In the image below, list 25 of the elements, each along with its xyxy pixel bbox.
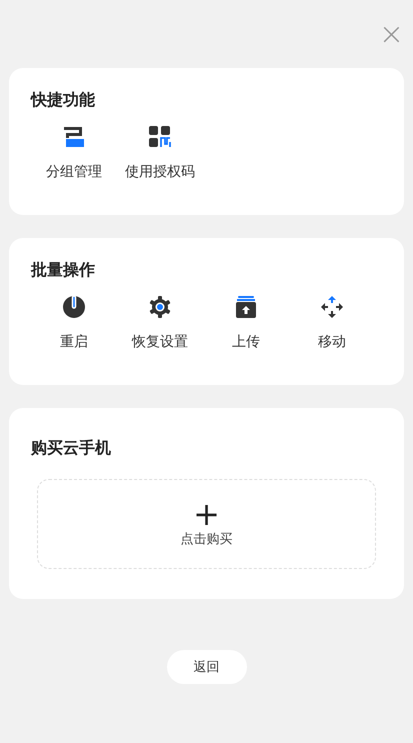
action-item[interactable]: 上传 xyxy=(203,295,289,351)
action-item[interactable]: 恢复设置 xyxy=(117,295,203,351)
action-item[interactable]: 重启 xyxy=(31,295,117,351)
upload-icon xyxy=(234,295,258,319)
power-icon xyxy=(62,295,86,319)
action-item[interactable]: 分组管理 xyxy=(31,125,117,181)
section-title: 批量操作 xyxy=(31,260,96,281)
move-icon xyxy=(320,295,344,319)
action-label: 上传 xyxy=(232,333,260,351)
action-label: 移动 xyxy=(318,333,346,351)
section-title: 快捷功能 xyxy=(31,90,96,111)
back-button[interactable]: 返回 xyxy=(166,650,246,684)
settings-icon xyxy=(148,295,172,319)
section-title: 购买云手机 xyxy=(31,438,112,459)
action-label: 恢复设置 xyxy=(132,333,188,351)
buy-button[interactable]: + 点击购买 xyxy=(37,479,376,569)
action-label: 重启 xyxy=(60,333,88,351)
action-label: 分组管理 xyxy=(46,163,102,181)
plus-icon: + xyxy=(193,500,220,528)
action-label: 使用授权码 xyxy=(125,163,195,181)
action-item[interactable]: 使用授权码 xyxy=(117,125,203,181)
buy-label: 点击购买 xyxy=(180,531,232,548)
group-icon xyxy=(62,125,86,149)
action-item[interactable]: 移动 xyxy=(289,295,375,351)
qr-code-icon xyxy=(148,125,172,149)
